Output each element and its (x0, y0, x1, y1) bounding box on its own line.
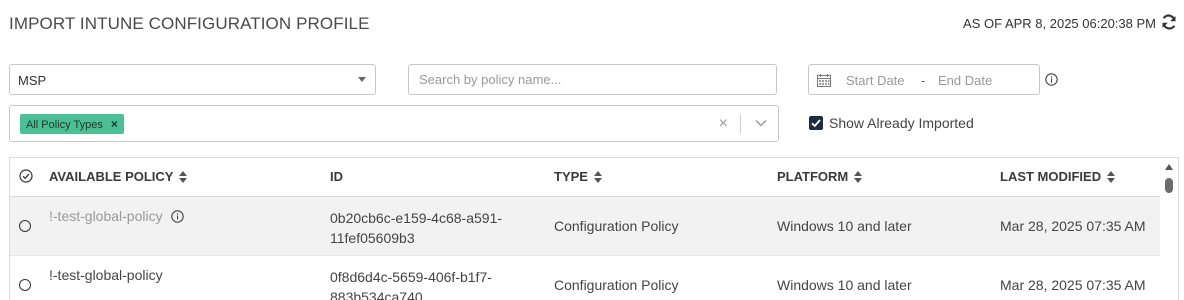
policy-id-line: 11fef05609b3 (330, 230, 415, 246)
column-header-platform[interactable]: PLATFORM (777, 169, 863, 184)
policy-id-line: 0b20cb6c-e159-4c68-a591- (330, 210, 503, 226)
caret-down-icon (358, 77, 366, 82)
scroll-thumb[interactable] (1165, 178, 1173, 193)
tenant-select-value: MSP (18, 73, 47, 88)
policy-search-input[interactable] (408, 64, 777, 95)
page-title: IMPORT INTUNE CONFIGURATION PROFILE (9, 14, 370, 33)
sort-icon[interactable] (854, 170, 863, 183)
info-icon[interactable] (1045, 73, 1058, 86)
select-all-check-icon[interactable] (19, 169, 33, 183)
date-range-picker[interactable]: Start Date - End Date (808, 64, 1040, 95)
chevron-down-icon[interactable] (755, 119, 767, 127)
sort-icon[interactable] (179, 170, 188, 183)
start-date-field[interactable]: Start Date (846, 73, 905, 88)
policy-name: !-test-global-policy (49, 267, 163, 283)
column-label: TYPE (554, 169, 588, 184)
remove-tag-icon[interactable]: × (111, 117, 118, 131)
column-label: PLATFORM (777, 169, 849, 184)
policy-last-modified: Mar 28, 2025 07:35 AM (1000, 218, 1146, 234)
policy-name: !-test-global-policy (49, 208, 184, 224)
column-header-last-modified[interactable]: LAST MODIFIED (1000, 169, 1116, 184)
table-header: AVAILABLE POLICY ID TYPE PLATFORM LAST M… (10, 158, 1160, 197)
table-scrollbar[interactable] (1160, 158, 1178, 300)
policy-id-line: 0f8d6d4c-5659-406f-b1f7- (330, 269, 492, 285)
policy-table: AVAILABLE POLICY ID TYPE PLATFORM LAST M… (9, 157, 1179, 300)
policy-platform: Windows 10 and later (777, 277, 912, 293)
column-header-available-policy[interactable]: AVAILABLE POLICY (49, 169, 188, 184)
column-label: LAST MODIFIED (1000, 169, 1102, 184)
policy-id: 0f8d6d4c-5659-406f-b1f7- 883b534ca740 (330, 267, 492, 300)
date-separator: - (921, 73, 926, 88)
policy-type: Configuration Policy (554, 218, 679, 234)
checkmark-icon (811, 119, 821, 128)
policy-type-tag: All Policy Types × (20, 114, 124, 134)
clear-selection-icon[interactable]: × (719, 115, 728, 133)
select-divider (740, 114, 741, 134)
table-row[interactable]: !-test-global-policy 0b20cb6c-e159-4c68-… (10, 197, 1160, 256)
policy-last-modified: Mar 28, 2025 07:35 AM (1000, 277, 1146, 293)
policy-platform: Windows 10 and later (777, 218, 912, 234)
table-row[interactable]: !-test-global-policy 0f8d6d4c-5659-406f-… (10, 256, 1160, 300)
refresh-icon[interactable] (1160, 13, 1178, 31)
row-radio[interactable] (19, 220, 31, 232)
policy-id-line: 883b534ca740 (330, 289, 423, 300)
show-imported-checkbox[interactable] (809, 116, 823, 130)
tenant-select[interactable]: MSP (9, 64, 376, 95)
column-header-id: ID (330, 169, 343, 184)
sort-icon[interactable] (593, 170, 602, 183)
end-date-field[interactable]: End Date (938, 73, 992, 88)
as-of-timestamp: AS OF APR 8, 2025 06:20:38 PM (963, 16, 1156, 31)
policy-id: 0b20cb6c-e159-4c68-a591- 11fef05609b3 (330, 208, 502, 248)
calendar-icon (817, 74, 831, 87)
policy-name-text: !-test-global-policy (49, 208, 163, 224)
row-radio[interactable] (19, 279, 31, 291)
show-imported-label[interactable]: Show Already Imported (829, 115, 974, 131)
info-icon[interactable] (170, 210, 184, 223)
scroll-up-arrow-icon[interactable] (1165, 164, 1173, 170)
column-header-type[interactable]: TYPE (554, 169, 602, 184)
sort-icon[interactable] (1107, 170, 1116, 183)
policy-type: Configuration Policy (554, 277, 679, 293)
policy-type-tag-label: All Policy Types (26, 119, 103, 131)
column-label: AVAILABLE POLICY (49, 169, 174, 184)
policy-types-select[interactable]: All Policy Types × × (9, 105, 779, 142)
